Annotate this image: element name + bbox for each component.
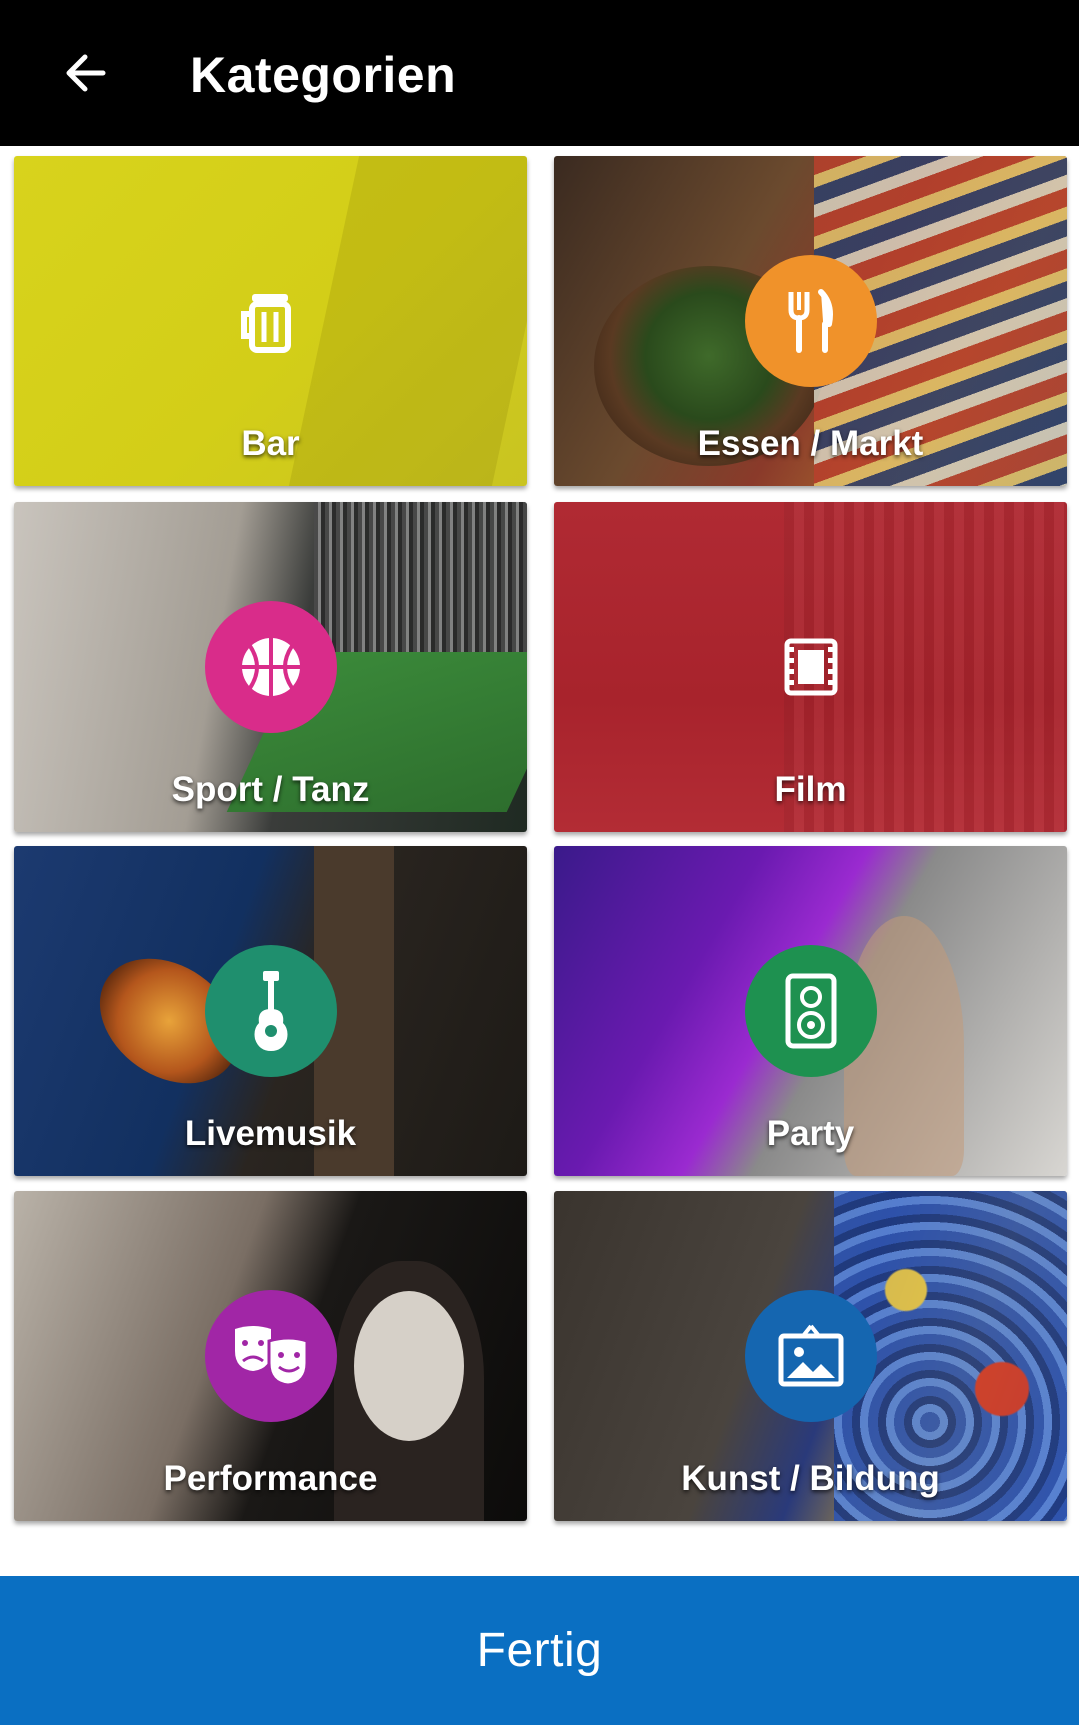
category-grid: Bar Essen / Markt Sport / Tanz Film Live… [0,146,1079,1531]
guitar-icon [254,971,288,1051]
page-title: Kategorien [190,47,457,103]
category-label: Sport / Tanz [171,770,370,809]
arrow-left-icon [66,54,106,92]
category-label: Performance [163,1459,378,1498]
category-label: Livemusik [184,1114,357,1153]
category-tile-bar[interactable]: Bar [14,156,527,486]
category-tile-performance[interactable]: Performance [14,1191,527,1521]
category-label: Film [774,770,847,809]
back-button[interactable] [50,38,120,108]
done-button[interactable]: Fertig [0,1576,1079,1725]
category-tile-film[interactable]: Film [554,502,1067,832]
basketball-icon [242,638,300,696]
category-label: Bar [241,424,300,463]
category-label: Kunst / Bildung [681,1459,940,1498]
beer-mug-icon [225,275,317,367]
category-tile-party[interactable]: Party [554,846,1067,1176]
fork-knife-icon [788,289,833,353]
category-label: Essen / Markt [697,424,924,463]
category-tile-livemusik[interactable]: Livemusik [14,846,527,1176]
category-icon-circle [205,1290,337,1422]
category-icon-circle [205,945,337,1077]
category-icon-circle [745,945,877,1077]
category-tile-kunst-bildung[interactable]: Kunst / Bildung [554,1191,1067,1521]
speaker-icon [785,973,837,1049]
theater-masks-icon [235,1326,309,1387]
app-bar: Kategorien [0,0,1079,146]
category-icon-circle [205,601,337,733]
film-strip-icon [765,621,857,713]
picture-frame-icon [778,1324,844,1387]
done-button-label: Fertig [476,1624,603,1677]
category-icon-circle [745,1290,877,1422]
category-tile-sport-tanz[interactable]: Sport / Tanz [14,502,527,832]
category-label: Party [766,1114,855,1153]
category-icon-circle [745,255,877,387]
category-tile-essen-markt[interactable]: Essen / Markt [554,156,1067,486]
